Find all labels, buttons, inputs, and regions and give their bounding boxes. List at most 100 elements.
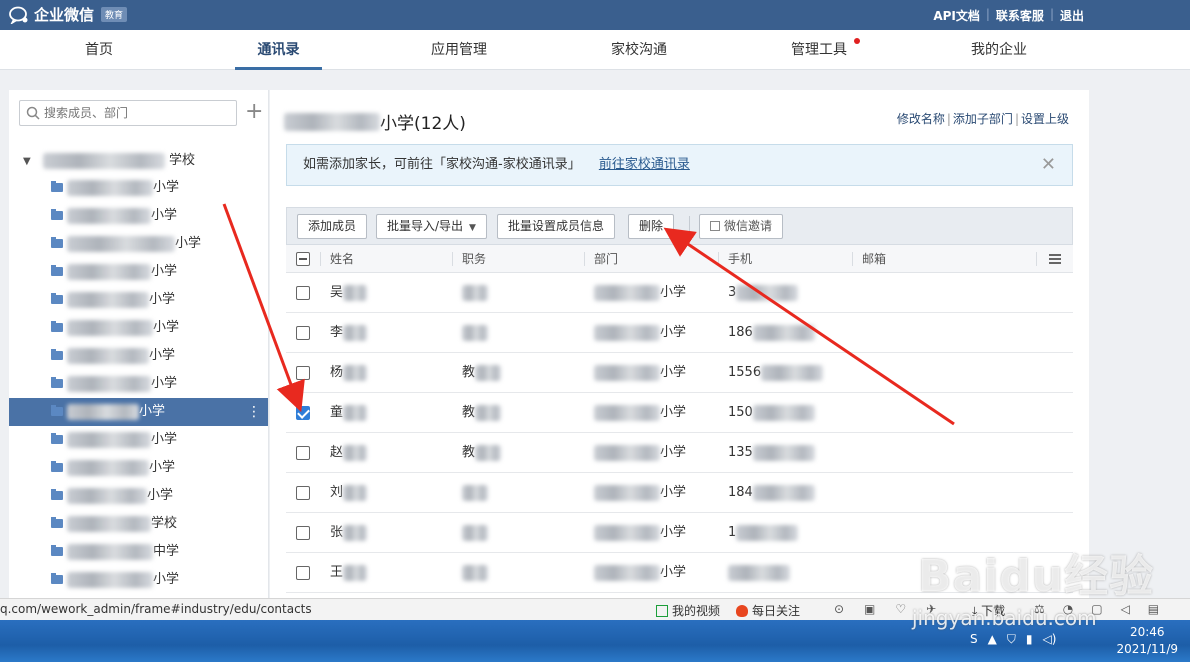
table-row[interactable]: 杨 教 小学 1556 [286, 353, 1073, 393]
row-checkbox[interactable] [296, 286, 310, 300]
column-divider [852, 252, 853, 266]
table-row[interactable]: 吴 小学 3 [286, 273, 1073, 313]
member-name[interactable]: 童 [330, 393, 368, 433]
row-checkbox[interactable] [296, 566, 310, 580]
folder-icon [51, 349, 63, 360]
notice-link[interactable]: 前往家校通讯录 [599, 157, 690, 172]
main-nav: 首页 通讯录 应用管理 家校沟通 管理工具 我的企业 [0, 30, 1190, 70]
tree-item[interactable]: 小学 [9, 342, 268, 370]
tree-root[interactable]: ▼ 学校 [9, 148, 268, 174]
close-icon[interactable]: ✕ [1041, 145, 1056, 185]
volume-icon[interactable]: ◁) [1042, 632, 1056, 647]
table-row[interactable]: 童 教 小学 150 [286, 393, 1073, 433]
table-row[interactable]: 赵 教 小学 135 [286, 433, 1073, 473]
column-divider [1036, 252, 1037, 266]
delete-button[interactable]: 删除 [628, 214, 675, 239]
tree-item[interactable]: 小学 [9, 314, 268, 342]
member-name[interactable]: 杨 [330, 353, 368, 393]
add-member-button[interactable]: 添加成员 [297, 214, 368, 239]
table-row[interactable]: 刘 小学 184 [286, 473, 1073, 513]
tree-item[interactable]: 小学 [9, 258, 268, 286]
tree-item-label: 小学 [149, 348, 176, 363]
member-name[interactable]: 吴 [330, 273, 368, 313]
collapse-triangle-icon[interactable]: ▼ [23, 156, 31, 167]
my-video-item[interactable]: 我的视频 [656, 602, 720, 619]
tree-item[interactable]: 小学 [9, 230, 268, 258]
tree-item[interactable]: 小学 [9, 370, 268, 398]
blurred-text [284, 112, 380, 131]
column-phone[interactable]: 手机 [728, 245, 752, 273]
select-all-checkbox[interactable] [296, 252, 310, 266]
member-phone: 184 [728, 473, 815, 513]
nav-contacts[interactable]: 通讯录 [235, 30, 322, 70]
search-icon [26, 106, 40, 120]
set-parent-link[interactable]: 设置上级 [1021, 112, 1069, 126]
api-docs-link[interactable]: API文档 [927, 7, 986, 24]
edu-badge: 教育 [101, 7, 128, 22]
tree-item[interactable]: 小学 [9, 426, 268, 454]
column-settings-icon[interactable] [1049, 254, 1061, 264]
tree-item-label: 小学 [147, 488, 174, 503]
status-url: q.com/wework_admin/frame#industry/edu/co… [0, 602, 312, 616]
member-name[interactable]: 李 [330, 313, 368, 353]
column-department[interactable]: 部门 [594, 245, 618, 273]
row-checkbox[interactable] [296, 326, 310, 340]
tree-item[interactable]: 小学 ⋮ [9, 398, 268, 426]
member-name[interactable]: 王 [330, 553, 368, 593]
tree-item[interactable]: 小学 [9, 454, 268, 482]
blurred-text [67, 207, 151, 224]
search-box[interactable] [19, 100, 237, 126]
tree-item[interactable]: 学校 [9, 510, 268, 538]
batch-import-export-button[interactable]: 批量导入/导出 ▼ [376, 214, 487, 239]
network-icon[interactable]: ▮ [1026, 632, 1033, 647]
row-checkbox[interactable] [296, 526, 310, 540]
column-divider [452, 252, 453, 266]
member-name[interactable]: 刘 [330, 473, 368, 513]
more-options-icon[interactable]: ⋮ [247, 398, 261, 426]
ime-icon[interactable]: S [970, 632, 978, 647]
add-subdept-link[interactable]: 添加子部门 [953, 112, 1013, 126]
tree-item[interactable]: 小学 [9, 174, 268, 202]
table-row[interactable]: 李 小学 186 [286, 313, 1073, 353]
row-checkbox[interactable] [296, 366, 310, 380]
tree-item[interactable]: 小学 [9, 566, 268, 594]
clock[interactable]: 20:46 2021/11/9 [1116, 624, 1178, 658]
plus-icon[interactable]: + [245, 100, 263, 124]
search-input[interactable] [44, 101, 224, 125]
tray-arrow-icon[interactable]: ▲ [988, 632, 997, 647]
member-title: 教 [462, 353, 502, 393]
member-title: 教 [462, 393, 502, 433]
rename-link[interactable]: 修改名称 [897, 112, 945, 126]
system-tray[interactable]: S ▲ ⛉ ▮ ◁) [970, 632, 1056, 647]
separator: | [946, 112, 951, 126]
nav-app-management[interactable]: 应用管理 [414, 30, 504, 70]
folder-icon [51, 181, 63, 192]
tree-item[interactable]: 小学 [9, 202, 268, 230]
blurred-text [67, 459, 149, 476]
row-checkbox[interactable] [296, 406, 310, 420]
wechat-invite-button[interactable]: 微信邀请 [699, 214, 784, 239]
tree-item[interactable]: 小学 [9, 286, 268, 314]
nav-home[interactable]: 首页 [54, 30, 144, 70]
column-name[interactable]: 姓名 [330, 245, 354, 273]
tree-item-label: 小学 [149, 460, 176, 475]
tree-item[interactable]: 中学 [9, 538, 268, 566]
nav-my-enterprise[interactable]: 我的企业 [954, 30, 1044, 70]
contact-support-link[interactable]: 联系客服 [990, 7, 1050, 24]
column-email[interactable]: 邮箱 [862, 245, 886, 273]
column-divider [320, 252, 321, 266]
folder-icon [51, 433, 63, 444]
nav-tools[interactable]: 管理工具 [774, 30, 864, 70]
member-name[interactable]: 赵 [330, 433, 368, 473]
daily-focus-item[interactable]: 每日关注 [736, 602, 800, 619]
row-checkbox[interactable] [296, 486, 310, 500]
app-logo[interactable]: 企业微信 教育 [8, 4, 128, 25]
shield-icon[interactable]: ⛉ [1007, 632, 1016, 647]
logout-link[interactable]: 退出 [1054, 7, 1090, 24]
tree-item[interactable]: 小学 [9, 482, 268, 510]
batch-set-info-button[interactable]: 批量设置成员信息 [497, 214, 616, 239]
column-title[interactable]: 职务 [462, 245, 486, 273]
member-name[interactable]: 张 [330, 513, 368, 553]
row-checkbox[interactable] [296, 446, 310, 460]
nav-home-school[interactable]: 家校沟通 [594, 30, 684, 70]
